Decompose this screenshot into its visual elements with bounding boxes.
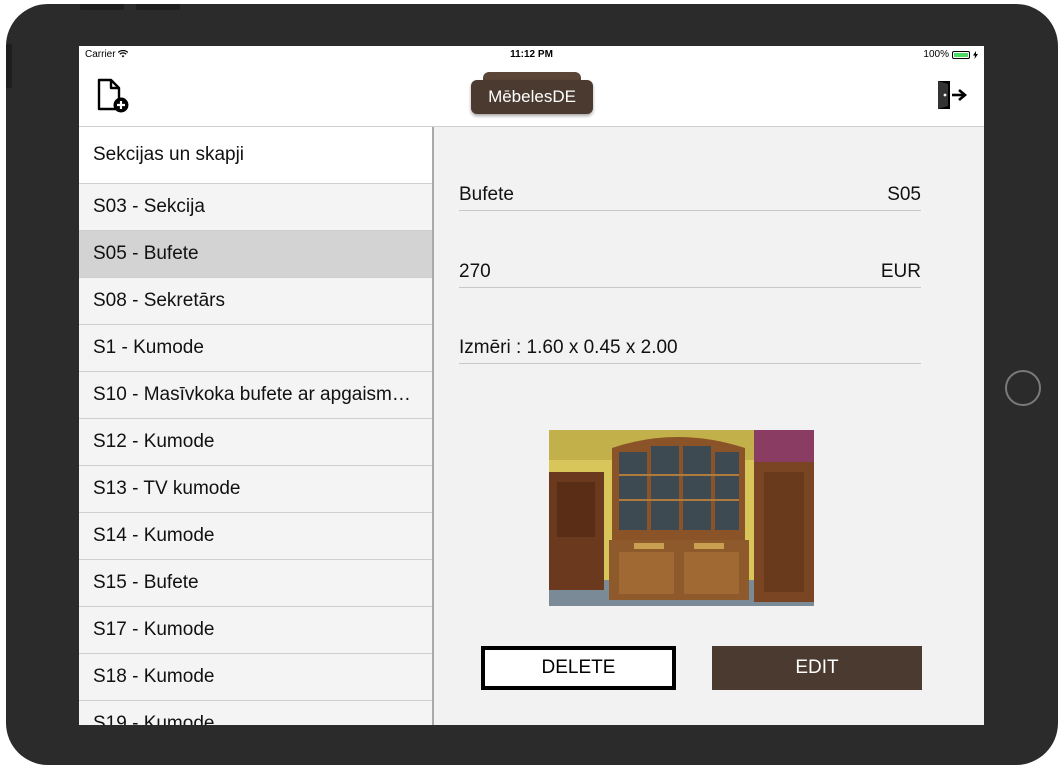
logout-door-icon[interactable] (934, 78, 970, 112)
clock: 11:12 PM (510, 49, 553, 60)
home-button[interactable] (1005, 370, 1041, 406)
logo-text: MēbelesDE (471, 80, 593, 114)
battery-indicator: 100% (923, 49, 978, 60)
category-header: Sekcijas un skapji (79, 127, 432, 184)
list-item[interactable]: S14 - Kumode (79, 513, 432, 560)
price-currency: EUR (880, 261, 921, 282)
volume-up-hardware-button (80, 4, 124, 10)
app-screen: Carrier 11:12 PM 100% MēbelesDE Sekcijas… (79, 46, 984, 725)
dimensions-field: Izmēri : 1.60 x 0.45 x 2.00 (459, 333, 921, 364)
list-item[interactable]: S1 - Kumode (79, 325, 432, 372)
volume-down-hardware-button (136, 4, 180, 10)
list-item[interactable]: S17 - Kumode (79, 607, 432, 654)
price-field: 270 EUR (459, 257, 921, 288)
product-list-sidebar: Sekcijas un skapji S03 - Sekcija S05 - Bu… (79, 127, 434, 725)
list-item[interactable]: S19 - Kumode (79, 701, 432, 725)
delete-button[interactable]: DELETE (481, 646, 676, 690)
name-code-field: Bufete S05 (459, 180, 921, 211)
navigation-bar: MēbelesDE (79, 64, 984, 127)
list-item[interactable]: S12 - Kumode (79, 419, 432, 466)
product-price: 270 (459, 261, 491, 282)
app-logo: MēbelesDE (469, 72, 595, 116)
status-bar: Carrier 11:12 PM 100% (79, 46, 984, 64)
furniture-photo (549, 430, 814, 606)
list-item[interactable]: S15 - Bufete (79, 560, 432, 607)
product-name: Bufete (459, 184, 514, 205)
edit-button[interactable]: EDIT (712, 646, 922, 690)
list-item[interactable]: S18 - Kumode (79, 654, 432, 701)
list-item[interactable]: S03 - Sekcija (79, 184, 432, 231)
side-hardware-button (6, 44, 12, 88)
product-dimensions: Izmēri : 1.60 x 0.45 x 2.00 (459, 337, 678, 358)
product-code: S05 (887, 184, 921, 205)
charging-bolt-icon (973, 50, 978, 59)
list-item[interactable]: S05 - Bufete (79, 231, 432, 278)
new-document-icon[interactable] (95, 76, 133, 114)
list-item[interactable]: S08 - Sekretārs (79, 278, 432, 325)
list-item[interactable]: S10 - Masīvkoka bufete ar apgaismojumu (79, 372, 432, 419)
product-list: S03 - Sekcija S05 - Bufete S08 - Sekretārs… (79, 184, 432, 725)
list-item[interactable]: S13 - TV kumode (79, 466, 432, 513)
battery-percent: 100% (923, 49, 949, 60)
product-detail-panel: Bufete S05 270 EUR Izmēri : 1.60 x 0.45 … (434, 127, 984, 725)
battery-icon (952, 50, 970, 59)
